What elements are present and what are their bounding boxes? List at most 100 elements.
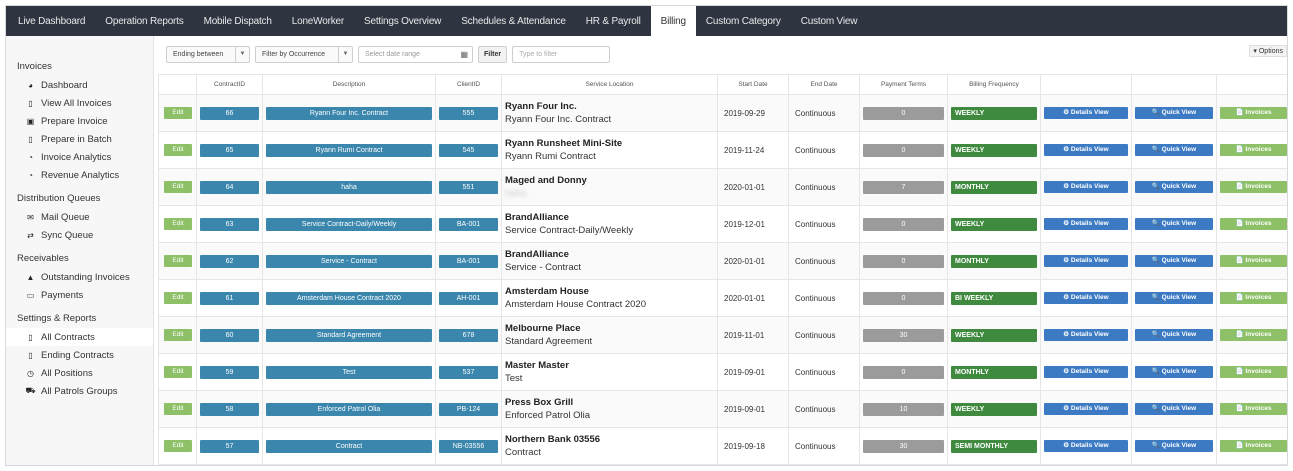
tab-hr-payroll[interactable]: HR & Payroll <box>576 6 651 36</box>
quick-view-button[interactable]: 🔍 Quick View <box>1135 255 1213 267</box>
contract-id-badge[interactable]: 58 <box>200 402 259 416</box>
contract-id-badge[interactable]: 63 <box>200 217 259 231</box>
invoices-button[interactable]: 📄 Invoices <box>1220 329 1287 341</box>
quick-view-button[interactable]: 🔍 Quick View <box>1135 144 1213 156</box>
sidebar-item-payments[interactable]: ▭ Payments <box>6 286 153 304</box>
tab-billing[interactable]: Billing <box>650 6 696 36</box>
sidebar-item-invoice-analytics[interactable]: ◔ Invoice Analytics <box>6 148 153 166</box>
tab-loneworker[interactable]: LoneWorker <box>282 6 354 36</box>
client-id-badge[interactable]: NB-03556 <box>439 439 498 453</box>
client-id-badge[interactable]: 537 <box>439 365 498 379</box>
contract-id-badge[interactable]: 65 <box>200 143 259 157</box>
details-view-button[interactable]: ⚙ Details View <box>1044 255 1128 267</box>
description-badge[interactable]: Enforced Patrol Olia <box>266 402 432 416</box>
quick-view-button[interactable]: 🔍 Quick View <box>1135 329 1213 341</box>
filter-button[interactable]: Filter <box>478 45 508 63</box>
quick-view-button[interactable]: 🔍 Quick View <box>1135 218 1213 230</box>
tab-settings-overview[interactable]: Settings Overview <box>354 6 451 36</box>
tab-operation-reports[interactable]: Operation Reports <box>95 6 193 36</box>
sidebar-item-all-contracts[interactable]: ▯ All Contracts <box>6 328 153 346</box>
client-id-badge[interactable]: AH-001 <box>439 291 498 305</box>
sidebar-item-all-positions[interactable]: ◷ All Positions <box>6 364 153 382</box>
details-view-button[interactable]: ⚙ Details View <box>1044 403 1128 415</box>
sidebar-item-all-patrols-groups[interactable]: ⛟ All Patrols Groups <box>6 382 153 400</box>
edit-button[interactable]: Edit <box>164 366 192 378</box>
sidebar-item-mail-queue[interactable]: ✉ Mail Queue <box>6 208 153 226</box>
edit-button[interactable]: Edit <box>164 181 192 193</box>
quick-view-button[interactable]: 🔍 Quick View <box>1135 107 1213 119</box>
sidebar-item-prepare-in-batch[interactable]: ▯ Prepare in Batch <box>6 130 153 148</box>
client-id-badge[interactable]: 551 <box>439 180 498 194</box>
sidebar-item-ending-contracts[interactable]: ▯ Ending Contracts <box>6 346 153 364</box>
details-view-button[interactable]: ⚙ Details View <box>1044 107 1128 119</box>
description-badge[interactable]: Ryann Four Inc. Contract <box>266 106 432 120</box>
contract-id-badge[interactable]: 59 <box>200 365 259 379</box>
invoices-button[interactable]: 📄 Invoices <box>1220 403 1287 415</box>
edit-button[interactable]: Edit <box>164 292 192 304</box>
tab-live-dashboard[interactable]: Live Dashboard <box>8 6 95 36</box>
details-view-button[interactable]: ⚙ Details View <box>1044 329 1128 341</box>
tab-mobile-dispatch[interactable]: Mobile Dispatch <box>194 6 282 36</box>
details-view-button[interactable]: ⚙ Details View <box>1044 440 1128 452</box>
edit-button[interactable]: Edit <box>164 144 192 156</box>
edit-button[interactable]: Edit <box>164 440 192 452</box>
contract-id-badge[interactable]: 66 <box>200 106 259 120</box>
details-view-button[interactable]: ⚙ Details View <box>1044 292 1128 304</box>
edit-button[interactable]: Edit <box>164 218 192 230</box>
sidebar-item-outstanding-invoices[interactable]: ▲ Outstanding Invoices <box>6 268 153 286</box>
client-id-badge[interactable]: 545 <box>439 143 498 157</box>
contract-id-badge[interactable]: 61 <box>200 291 259 305</box>
quick-view-button[interactable]: 🔍 Quick View <box>1135 366 1213 378</box>
details-view-button[interactable]: ⚙ Details View <box>1044 181 1128 193</box>
edit-button[interactable]: Edit <box>164 107 192 119</box>
edit-button[interactable]: Edit <box>164 255 192 267</box>
invoices-button[interactable]: 📄 Invoices <box>1220 440 1287 452</box>
description-badge[interactable]: haha <box>266 180 432 194</box>
description-badge[interactable]: Contract <box>266 439 432 453</box>
details-view-button[interactable]: ⚙ Details View <box>1044 366 1128 378</box>
invoices-button[interactable]: 📄 Invoices <box>1220 107 1287 119</box>
invoices-button[interactable]: 📄 Invoices <box>1220 144 1287 156</box>
client-id-badge[interactable]: 678 <box>439 328 498 342</box>
client-id-badge[interactable]: 555 <box>439 106 498 120</box>
sidebar-item-dashboard[interactable]: ◕ Dashboard <box>6 76 153 94</box>
contract-id-badge[interactable]: 64 <box>200 180 259 194</box>
quick-view-button[interactable]: 🔍 Quick View <box>1135 403 1213 415</box>
details-view-button[interactable]: ⚙ Details View <box>1044 144 1128 156</box>
description-badge[interactable]: Test <box>266 365 432 379</box>
calendar-icon[interactable]: ▦ <box>460 50 468 59</box>
details-view-button[interactable]: ⚙ Details View <box>1044 218 1128 230</box>
quick-view-button[interactable]: 🔍 Quick View <box>1135 181 1213 193</box>
quick-view-button[interactable]: 🔍 Quick View <box>1135 292 1213 304</box>
sidebar-item-sync-queue[interactable]: ⇄ Sync Queue <box>6 226 153 244</box>
description-badge[interactable]: Ryann Rumi Contract <box>266 143 432 157</box>
contract-id-badge[interactable]: 62 <box>200 254 259 268</box>
edit-button[interactable]: Edit <box>164 329 192 341</box>
invoices-button[interactable]: 📄 Invoices <box>1220 292 1287 304</box>
description-badge[interactable]: Standard Agreement <box>266 328 432 342</box>
invoices-button[interactable]: 📄 Invoices <box>1220 218 1287 230</box>
options-button[interactable]: ▾ Options <box>1249 45 1287 57</box>
client-id-badge[interactable]: BA-001 <box>439 254 498 268</box>
sidebar-item-prepare-invoice[interactable]: ▣ Prepare Invoice <box>6 112 153 130</box>
edit-button[interactable]: Edit <box>164 403 192 415</box>
contract-id-badge[interactable]: 57 <box>200 439 259 453</box>
sidebar-item-view-all-invoices[interactable]: ▯ View All Invoices <box>6 94 153 112</box>
description-badge[interactable]: Amsterdam House Contract 2020 <box>266 291 432 305</box>
description-badge[interactable]: Service - Contract <box>266 254 432 268</box>
type-filter-input[interactable]: Type to filter <box>512 45 611 63</box>
date-range-input[interactable]: Select date range ▦ <box>358 45 473 63</box>
description-badge[interactable]: Service Contract-Daily/Weekly <box>266 217 432 231</box>
ending-between-dropdown[interactable]: Ending between ▼ <box>166 45 250 63</box>
occurrence-dropdown[interactable]: Filter by Occurrence ▼ <box>255 45 353 63</box>
invoices-button[interactable]: 📄 Invoices <box>1220 255 1287 267</box>
quick-view-button[interactable]: 🔍 Quick View <box>1135 440 1213 452</box>
invoices-button[interactable]: 📄 Invoices <box>1220 181 1287 193</box>
client-id-badge[interactable]: PB-124 <box>439 402 498 416</box>
tab-custom-view[interactable]: Custom View <box>791 6 868 36</box>
invoices-button[interactable]: 📄 Invoices <box>1220 366 1287 378</box>
contract-id-badge[interactable]: 60 <box>200 328 259 342</box>
sidebar-item-revenue-analytics[interactable]: ◔ Revenue Analytics <box>6 166 153 184</box>
tab-custom-category[interactable]: Custom Category <box>696 6 791 36</box>
tab-schedules-attendance[interactable]: Schedules & Attendance <box>451 6 576 36</box>
